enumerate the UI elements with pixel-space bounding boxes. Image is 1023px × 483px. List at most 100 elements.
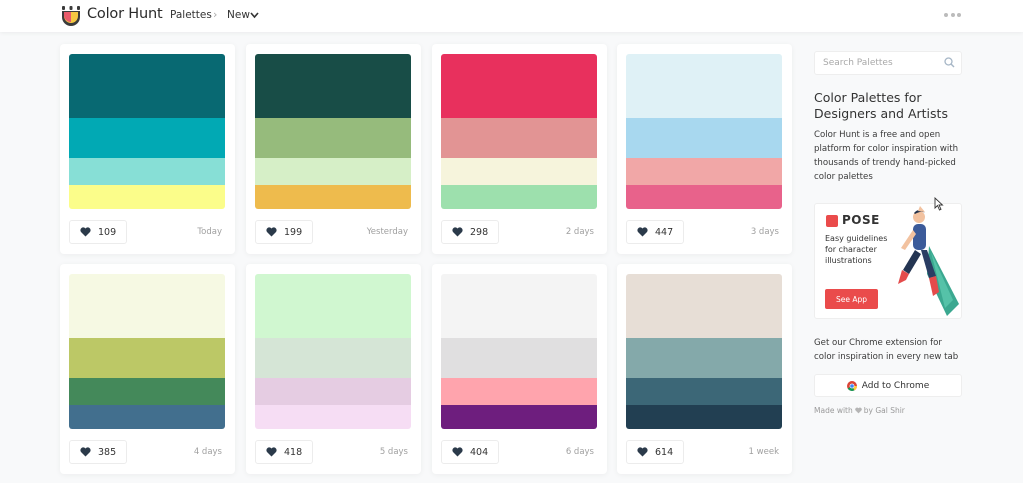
color-swatch[interactable] bbox=[69, 378, 225, 405]
like-button[interactable]: 614 bbox=[626, 440, 685, 464]
superhero-illustration-icon bbox=[898, 206, 959, 316]
color-swatch[interactable] bbox=[255, 338, 411, 378]
chrome-icon bbox=[846, 380, 857, 391]
palette-card[interactable]: 614 1 week bbox=[617, 264, 792, 474]
like-count: 385 bbox=[98, 446, 117, 458]
like-button[interactable]: 447 bbox=[626, 220, 685, 244]
color-swatch[interactable] bbox=[255, 405, 411, 429]
made-with-author[interactable]: by Gal Shir bbox=[864, 406, 905, 415]
like-count: 199 bbox=[284, 226, 303, 238]
heart-icon bbox=[266, 447, 277, 457]
color-swatch[interactable] bbox=[255, 378, 411, 405]
color-swatch[interactable] bbox=[255, 185, 411, 209]
color-swatch[interactable] bbox=[626, 185, 782, 209]
like-button[interactable]: 298 bbox=[441, 220, 500, 244]
made-with-credit: Made with by Gal Shir bbox=[814, 406, 905, 415]
color-hunt-logo-icon[interactable] bbox=[61, 5, 81, 26]
heart-icon bbox=[855, 407, 862, 414]
palette-swatches[interactable] bbox=[626, 274, 782, 429]
palette-card[interactable]: 385 4 days bbox=[60, 264, 235, 474]
color-swatch[interactable] bbox=[441, 378, 597, 405]
add-to-chrome-label: Add to Chrome bbox=[861, 380, 930, 391]
palette-swatches[interactable] bbox=[441, 54, 597, 209]
like-button[interactable]: 109 bbox=[69, 220, 128, 244]
color-swatch[interactable] bbox=[255, 54, 411, 118]
palette-date: Today bbox=[197, 227, 222, 237]
palette-swatches[interactable] bbox=[441, 274, 597, 429]
color-swatch[interactable] bbox=[626, 274, 782, 338]
heart-icon bbox=[452, 227, 463, 237]
palette-date: 3 days bbox=[750, 227, 779, 237]
palette-card[interactable]: 418 5 days bbox=[246, 264, 421, 474]
color-swatch[interactable] bbox=[69, 338, 225, 378]
brand-name[interactable]: Color Hunt bbox=[87, 6, 163, 22]
palette-card[interactable]: 447 3 days bbox=[617, 44, 792, 254]
color-swatch[interactable] bbox=[69, 405, 225, 429]
sidebar-title: Color Palettes for Designers and Artists bbox=[814, 90, 948, 121]
palette-date: Yesterday bbox=[366, 227, 408, 237]
heart-icon bbox=[452, 447, 463, 457]
color-swatch[interactable] bbox=[441, 185, 597, 209]
palette-card[interactable]: 199 Yesterday bbox=[246, 44, 421, 254]
more-options-icon[interactable] bbox=[944, 13, 961, 17]
top-header: Color Hunt Palettes › New bbox=[0, 0, 1023, 32]
color-swatch[interactable] bbox=[626, 118, 782, 158]
search-input[interactable] bbox=[814, 51, 962, 75]
pose-ad[interactable]: POSE Easy guidelines for character illus… bbox=[814, 203, 962, 319]
color-swatch[interactable] bbox=[255, 118, 411, 158]
color-swatch[interactable] bbox=[626, 405, 782, 429]
color-swatch[interactable] bbox=[69, 118, 225, 158]
color-swatch[interactable] bbox=[255, 158, 411, 185]
like-count: 614 bbox=[655, 446, 674, 458]
color-swatch[interactable] bbox=[441, 118, 597, 158]
palette-date: 4 days bbox=[193, 447, 222, 457]
heart-icon bbox=[637, 227, 648, 237]
color-swatch[interactable] bbox=[69, 185, 225, 209]
heart-icon bbox=[80, 227, 91, 237]
palette-swatches[interactable] bbox=[69, 54, 225, 209]
palette-card[interactable]: 298 2 days bbox=[432, 44, 607, 254]
breadcrumb-palettes[interactable]: Palettes bbox=[170, 9, 212, 21]
color-swatch[interactable] bbox=[69, 274, 225, 338]
color-swatch[interactable] bbox=[626, 54, 782, 118]
color-swatch[interactable] bbox=[441, 274, 597, 338]
like-count: 109 bbox=[98, 226, 117, 238]
like-count: 298 bbox=[470, 226, 489, 238]
palette-swatches[interactable] bbox=[255, 54, 411, 209]
palette-date: 1 week bbox=[748, 447, 779, 457]
like-button[interactable]: 418 bbox=[255, 440, 314, 464]
color-swatch[interactable] bbox=[69, 54, 225, 118]
palette-swatches[interactable] bbox=[69, 274, 225, 429]
color-swatch[interactable] bbox=[441, 54, 597, 118]
breadcrumb-separator-icon: › bbox=[213, 8, 218, 21]
color-swatch[interactable] bbox=[441, 158, 597, 185]
breadcrumb-new[interactable]: New bbox=[227, 9, 250, 21]
palette-swatches[interactable] bbox=[626, 54, 782, 209]
chevron-down-icon[interactable] bbox=[250, 11, 259, 19]
color-swatch[interactable] bbox=[441, 338, 597, 378]
palette-date: 2 days bbox=[565, 227, 594, 237]
mouse-cursor-icon bbox=[934, 197, 944, 211]
palette-card[interactable]: 109 Today bbox=[60, 44, 235, 254]
search-icon[interactable] bbox=[944, 57, 955, 68]
add-to-chrome-button[interactable]: Add to Chrome bbox=[814, 374, 962, 397]
ad-brand: POSE bbox=[842, 213, 880, 227]
like-count: 447 bbox=[655, 226, 674, 238]
like-button[interactable]: 385 bbox=[69, 440, 128, 464]
color-swatch[interactable] bbox=[626, 338, 782, 378]
color-swatch[interactable] bbox=[69, 158, 225, 185]
color-swatch[interactable] bbox=[626, 158, 782, 185]
palette-card[interactable]: 404 6 days bbox=[432, 264, 607, 474]
like-button[interactable]: 199 bbox=[255, 220, 314, 244]
like-count: 404 bbox=[470, 446, 489, 458]
see-app-button[interactable]: See App bbox=[825, 289, 878, 309]
like-count: 418 bbox=[284, 446, 303, 458]
palette-date: 5 days bbox=[379, 447, 408, 457]
made-with-prefix: Made with bbox=[814, 406, 853, 415]
like-button[interactable]: 404 bbox=[441, 440, 500, 464]
color-swatch[interactable] bbox=[441, 405, 597, 429]
palette-date: 6 days bbox=[565, 447, 594, 457]
color-swatch[interactable] bbox=[255, 274, 411, 338]
palette-swatches[interactable] bbox=[255, 274, 411, 429]
color-swatch[interactable] bbox=[626, 378, 782, 405]
